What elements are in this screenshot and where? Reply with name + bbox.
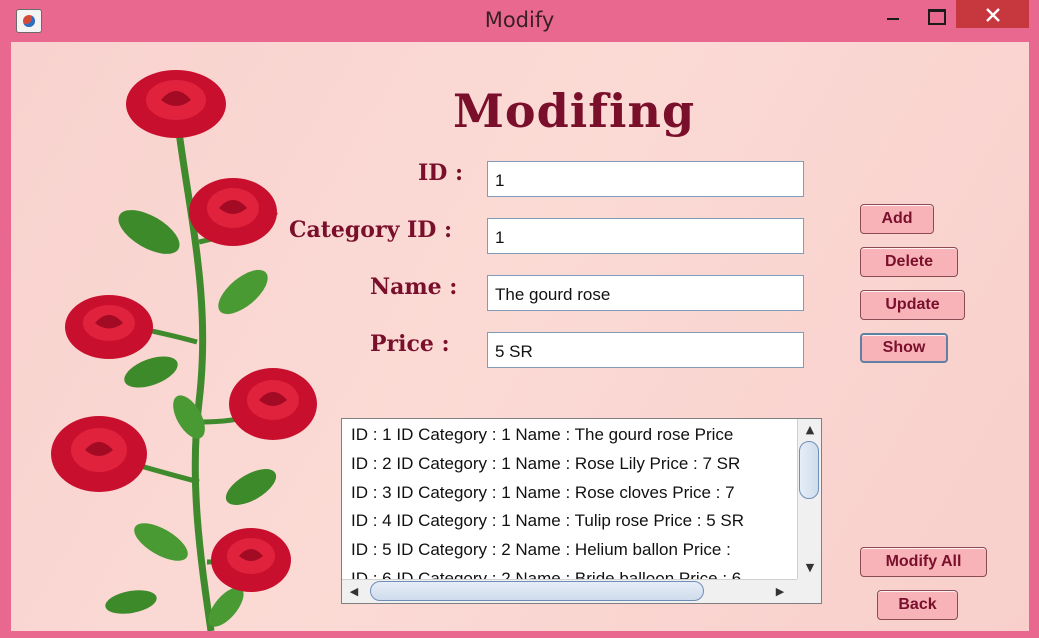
horizontal-scrollbar[interactable]: ◀ ▶: [342, 579, 797, 603]
title-bar[interactable]: Modify: [0, 0, 1039, 42]
list-item[interactable]: ID : 4 ID Category : 1 Name : Tulip rose…: [342, 505, 797, 534]
update-button[interactable]: Update: [860, 290, 965, 320]
scroll-down-arrow-icon[interactable]: ▼: [802, 561, 818, 574]
scroll-up-arrow-icon[interactable]: ▲: [802, 423, 818, 436]
delete-button[interactable]: Delete: [860, 247, 958, 277]
scroll-right-arrow-icon[interactable]: ▶: [772, 585, 788, 598]
vertical-scroll-thumb[interactable]: [799, 441, 819, 499]
vertical-scrollbar[interactable]: ▲ ▼: [797, 419, 821, 579]
back-button[interactable]: Back: [877, 590, 958, 620]
price-input[interactable]: 5 SR: [487, 332, 804, 368]
horizontal-scroll-thumb[interactable]: [370, 581, 704, 601]
category-id-input[interactable]: 1: [487, 218, 804, 254]
records-list[interactable]: ID : 1 ID Category : 1 Name : The gourd …: [341, 418, 822, 604]
modify-window: Modify Modifing ID: 1 Category ID: 1 N…: [0, 0, 1039, 638]
content-panel: Modifing ID : 1 Category ID : 1 Name : T…: [11, 42, 1029, 631]
show-button[interactable]: Show: [860, 333, 948, 363]
page-heading: Modifing: [453, 84, 696, 138]
category-id-label: Category ID :: [289, 217, 453, 243]
price-label: Price :: [370, 331, 450, 357]
scroll-left-arrow-icon[interactable]: ◀: [346, 585, 362, 598]
list-item[interactable]: ID : 6 ID Category : 2 Name : Bride ball…: [342, 563, 797, 579]
records-list-items: ID : 1 ID Category : 1 Name : The gourd …: [342, 419, 797, 579]
maximize-icon[interactable]: [922, 0, 948, 28]
add-button[interactable]: Add: [860, 204, 934, 234]
modify-all-button[interactable]: Modify All: [860, 547, 987, 577]
list-item[interactable]: ID : 5 ID Category : 2 Name : Helium bal…: [342, 534, 797, 563]
rose-illustration: [51, 70, 317, 631]
scrollbar-corner: [797, 579, 821, 603]
list-item[interactable]: ID : 3 ID Category : 1 Name : Rose clove…: [342, 477, 797, 506]
list-item[interactable]: ID : 1 ID Category : 1 Name : The gourd …: [342, 419, 797, 448]
id-input[interactable]: 1: [487, 161, 804, 197]
close-button[interactable]: [956, 0, 1029, 28]
close-icon: [986, 8, 1000, 22]
minimize-icon[interactable]: [880, 0, 906, 28]
list-item[interactable]: ID : 2 ID Category : 1 Name : Rose Lily …: [342, 448, 797, 477]
name-input[interactable]: The gourd rose: [487, 275, 804, 311]
name-label: Name :: [370, 274, 458, 300]
id-label: ID :: [418, 160, 464, 186]
